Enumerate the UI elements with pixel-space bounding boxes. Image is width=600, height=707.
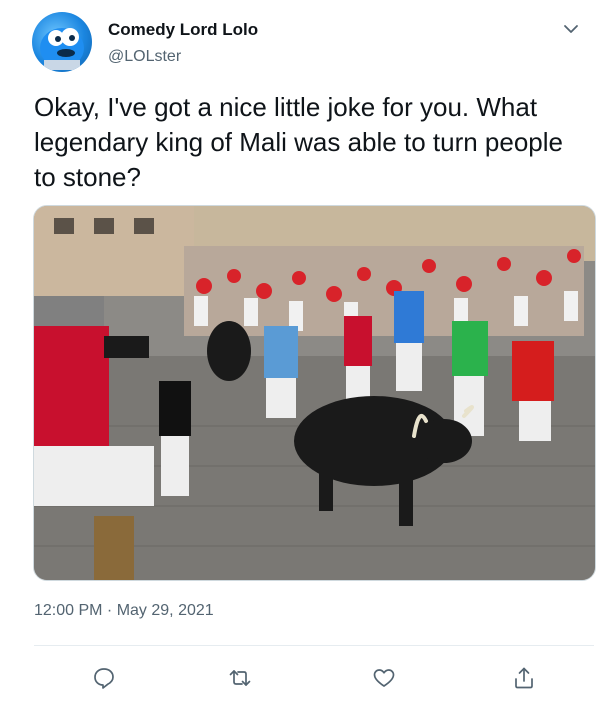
photo-bull-run-icon <box>34 206 595 580</box>
action-bar <box>34 660 594 696</box>
tweet-timestamp[interactable]: 12:00 PM · May 29, 2021 <box>34 602 214 620</box>
tweet-text: Okay, I've got a nice little joke for yo… <box>34 92 563 192</box>
divider <box>34 645 594 646</box>
like-icon[interactable] <box>366 660 402 696</box>
tweet-header: Comedy Lord Lolo @LOLster <box>32 12 592 76</box>
display-name[interactable]: Comedy Lord Lolo <box>108 20 258 40</box>
avatar-character-icon <box>40 28 84 70</box>
avatar[interactable] <box>32 12 92 72</box>
retweet-icon[interactable] <box>222 660 258 696</box>
share-icon[interactable] <box>506 660 542 696</box>
chevron-down-icon[interactable] <box>560 18 582 40</box>
tweet-photo[interactable] <box>33 205 596 581</box>
user-handle[interactable]: @LOLster <box>108 48 181 66</box>
reply-icon[interactable] <box>86 660 122 696</box>
